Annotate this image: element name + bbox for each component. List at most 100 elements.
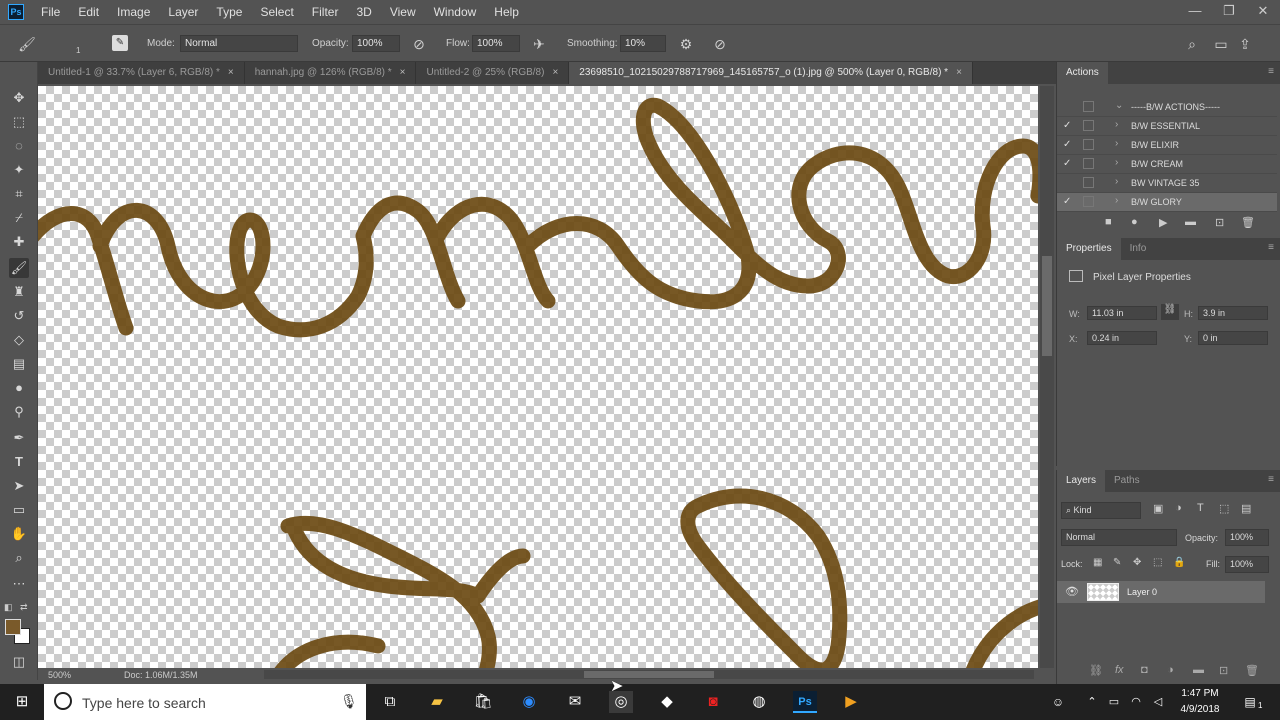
action-row[interactable]: ✓ › B/W ELIXIR: [1057, 136, 1277, 155]
record-icon[interactable]: ●: [1131, 216, 1138, 228]
task-view-icon[interactable]: ⧉: [378, 691, 402, 713]
lock-all-icon[interactable]: 🔒: [1173, 557, 1185, 568]
filter-type-icon[interactable]: T: [1197, 502, 1204, 514]
menu-edit[interactable]: Edit: [69, 0, 108, 24]
menu-file[interactable]: File: [32, 0, 69, 24]
tab-close-icon[interactable]: ×: [552, 67, 558, 78]
delete-layer-icon[interactable]: 🗑: [1245, 664, 1259, 677]
menu-window[interactable]: Window: [425, 0, 486, 24]
creative-cloud-icon[interactable]: ◙: [701, 691, 725, 713]
search-icon[interactable]: ⌕: [1183, 35, 1201, 53]
workspace-icon[interactable]: ▭: [1212, 35, 1230, 53]
zoom-tool-icon[interactable]: ⌕: [9, 548, 29, 568]
type-tool-icon[interactable]: T: [9, 452, 29, 472]
tab-active-document[interactable]: 23698510_10215029788717969_145165757_o (…: [569, 62, 973, 84]
dialog-toggle-icon[interactable]: [1083, 120, 1094, 131]
menu-image[interactable]: Image: [108, 0, 159, 24]
hand-tool-icon[interactable]: ✋: [9, 524, 29, 544]
photoshop-taskbar-icon[interactable]: Ps: [793, 691, 817, 713]
action-check-icon[interactable]: ✓: [1063, 139, 1075, 150]
action-row[interactable]: ✓ › B/W ESSENTIAL: [1057, 117, 1277, 136]
y-field[interactable]: 0 in: [1198, 331, 1268, 345]
panel-menu-icon[interactable]: ≡: [1268, 474, 1274, 485]
dodge-tool-icon[interactable]: ⚲: [9, 402, 29, 422]
action-check-icon[interactable]: ✓: [1063, 120, 1075, 131]
new-layer-icon[interactable]: ⊡: [1219, 664, 1228, 677]
cortana-circle-icon[interactable]: [54, 692, 72, 710]
marquee-tool-icon[interactable]: ⬚: [9, 112, 29, 132]
crop-tool-icon[interactable]: ⌗: [9, 184, 29, 204]
action-set-row[interactable]: ⌄ -----B/W ACTIONS-----: [1057, 98, 1277, 117]
tab-close-icon[interactable]: ×: [228, 67, 234, 78]
x-field[interactable]: 0.24 in: [1087, 331, 1157, 345]
lock-transparent-icon[interactable]: ▦: [1093, 557, 1102, 568]
filter-smart-icon[interactable]: ▤: [1241, 502, 1251, 515]
quick-mask-icon[interactable]: ◫: [9, 652, 29, 672]
brush-panel-icon[interactable]: ✎: [112, 35, 128, 51]
horizontal-scrollbar[interactable]: [264, 670, 1034, 679]
battery-icon[interactable]: ▭: [1102, 691, 1126, 713]
edge-browser-icon[interactable]: ◉: [517, 691, 541, 713]
microphone-icon[interactable]: 🎙: [340, 693, 358, 710]
airbrush-icon[interactable]: ✈: [530, 35, 548, 53]
pen-tool-icon[interactable]: ✒: [9, 428, 29, 448]
file-explorer-icon[interactable]: ▰: [425, 691, 449, 713]
brush-size[interactable]: 1: [76, 46, 80, 55]
action-row[interactable]: › BW VINTAGE 35: [1057, 174, 1277, 193]
taskbar-search-box[interactable]: Type here to search 🎙: [44, 684, 366, 720]
menu-view[interactable]: View: [381, 0, 425, 24]
expand-arrow-icon[interactable]: ›: [1115, 157, 1118, 168]
menu-select[interactable]: Select: [251, 0, 302, 24]
media-player-icon[interactable]: ▶: [839, 691, 863, 713]
stop-icon[interactable]: ■: [1105, 216, 1112, 228]
fx-icon[interactable]: fx: [1115, 664, 1124, 676]
dialog-toggle-icon[interactable]: [1083, 139, 1094, 150]
flow-field[interactable]: 100%: [472, 35, 520, 52]
more-tools-icon[interactable]: ⋯: [9, 574, 29, 594]
tab-close-icon[interactable]: ×: [956, 67, 962, 78]
adjustment-layer-icon[interactable]: ◑: [1167, 664, 1174, 676]
close-button[interactable]: ✕: [1246, 0, 1280, 24]
mail-icon[interactable]: ✉: [563, 691, 587, 713]
menu-type[interactable]: Type: [207, 0, 251, 24]
smoothing-field[interactable]: 10%: [620, 35, 666, 52]
filter-shape-icon[interactable]: ⬚: [1219, 502, 1229, 515]
app-icon[interactable]: ◆: [655, 691, 679, 713]
people-icon[interactable]: ☺: [1046, 691, 1070, 713]
wifi-icon[interactable]: ◠: [1124, 691, 1148, 713]
move-tool-icon[interactable]: ✥: [9, 88, 29, 108]
volume-icon[interactable]: ◁: [1146, 691, 1170, 713]
dialog-toggle-icon[interactable]: [1083, 177, 1094, 188]
trash-icon[interactable]: 🗑: [1241, 216, 1255, 229]
link-proportions-icon[interactable]: ⛓: [1161, 304, 1179, 320]
blur-tool-icon[interactable]: ●: [9, 378, 29, 398]
action-check-icon[interactable]: ✓: [1063, 158, 1075, 169]
expand-arrow-icon[interactable]: ›: [1115, 138, 1118, 149]
layer-name[interactable]: Layer 0: [1127, 587, 1157, 597]
expand-arrow-icon[interactable]: ›: [1115, 176, 1118, 187]
obs-icon[interactable]: ◍: [747, 691, 771, 713]
document-canvas[interactable]: [38, 86, 1038, 668]
store-icon[interactable]: 🛍: [471, 691, 495, 713]
history-brush-tool-icon[interactable]: ↺: [9, 306, 29, 326]
expand-arrow-icon[interactable]: ›: [1115, 195, 1118, 206]
expand-arrow-icon[interactable]: ›: [1115, 119, 1118, 130]
expand-arrow-icon[interactable]: ⌄: [1115, 100, 1123, 111]
brush-tool-active-icon[interactable]: 🖌: [9, 258, 29, 278]
layer-filter-select[interactable]: ⌕ Kind: [1061, 502, 1141, 519]
link-layers-icon[interactable]: ⛓: [1089, 664, 1103, 677]
tab-untitled-2[interactable]: Untitled-2 @ 25% (RGB/8) ×: [416, 62, 570, 84]
lock-image-icon[interactable]: ✎: [1113, 557, 1121, 568]
settings-gear-icon[interactable]: ⚙: [677, 35, 695, 53]
dialog-toggle-icon[interactable]: [1083, 196, 1094, 207]
tab-actions[interactable]: Actions: [1057, 62, 1108, 84]
clock-date[interactable]: 4/9/2018: [1172, 704, 1228, 715]
play-icon[interactable]: ▶: [1159, 216, 1167, 229]
add-mask-icon[interactable]: ◘: [1141, 664, 1148, 676]
windows-start-icon[interactable]: ⊞: [10, 691, 34, 713]
gradient-tool-icon[interactable]: ▤: [9, 354, 29, 374]
tab-paths[interactable]: Paths: [1105, 470, 1149, 492]
foreground-color-swatch[interactable]: [5, 619, 21, 635]
lock-position-icon[interactable]: ✥: [1133, 557, 1141, 568]
layer-row[interactable]: 👁 Layer 0: [1057, 581, 1265, 603]
